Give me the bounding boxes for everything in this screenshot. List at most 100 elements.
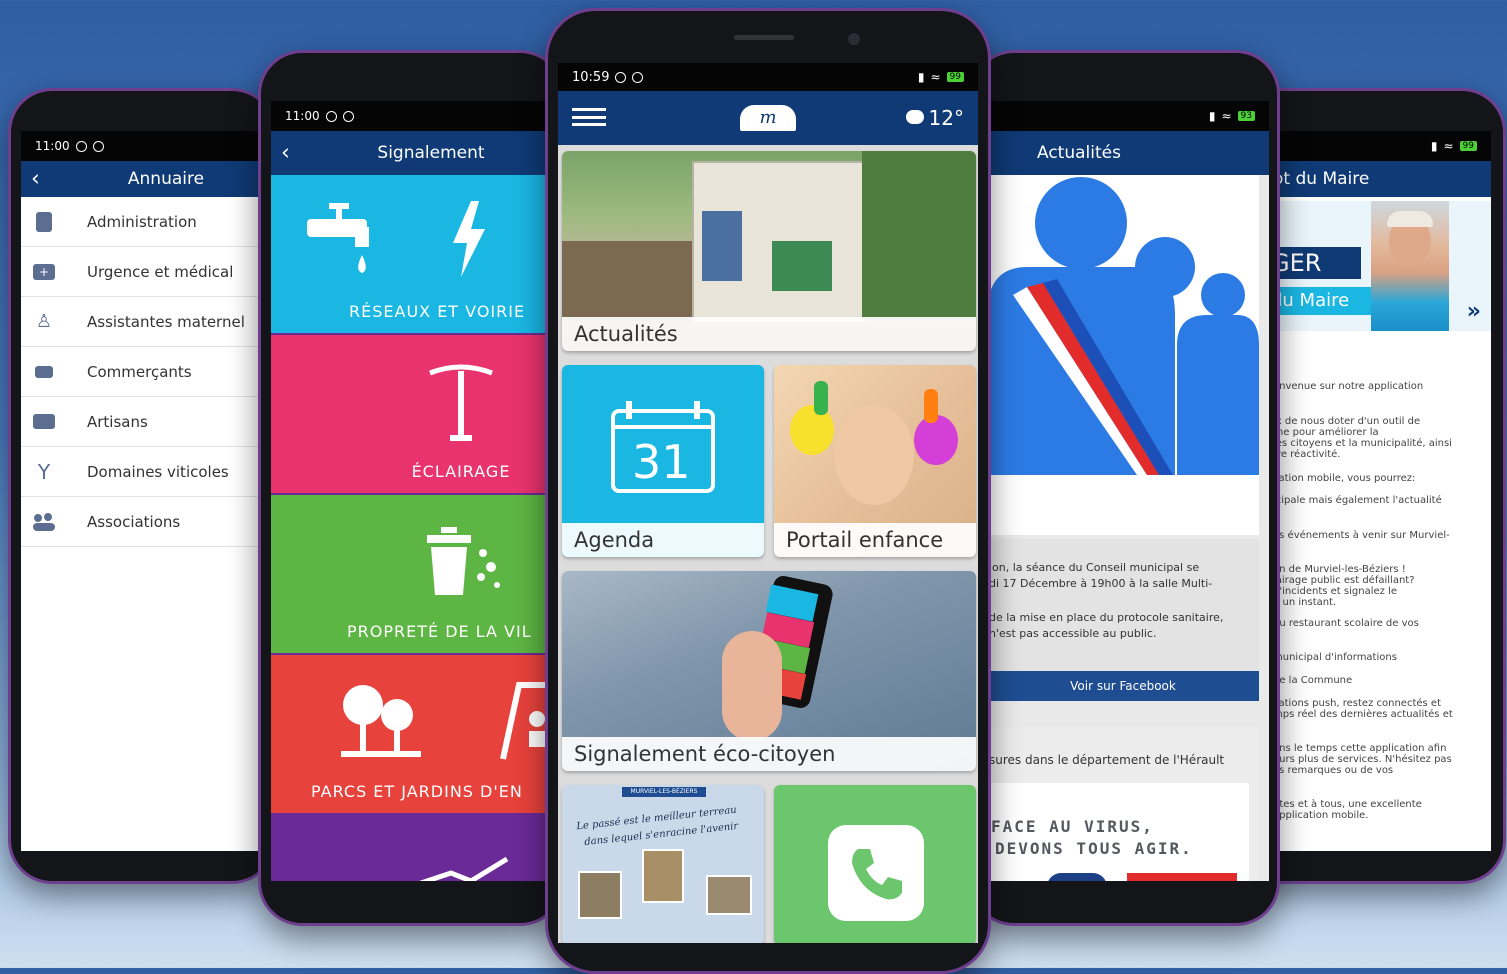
list-item-label: Urgence et médical: [87, 262, 234, 281]
tile-label: PARCS ET JARDINS D'EN: [311, 782, 523, 801]
list-item-assistantes[interactable]: ♙ Assistantes maternel: [21, 297, 271, 347]
maire-header: ot du Maire: [1271, 161, 1491, 197]
cart-icon: [31, 361, 57, 383]
trash-bin-icon: [427, 527, 500, 595]
medical-kit-icon: +: [31, 261, 57, 283]
poster-line: FACE AU VIRUS,: [991, 817, 1154, 836]
signal-icon: ▮: [1208, 109, 1216, 123]
page-title: Annuaire: [127, 169, 205, 189]
tile-label: ÉCLAIRAGE: [411, 462, 511, 481]
message-line: application mobile.: [1273, 810, 1369, 821]
news-post-2: sures dans le département de l'Hérault F…: [987, 727, 1259, 881]
page-title: Actualités: [1037, 143, 1121, 163]
card-label: Signalement éco-citoyen: [562, 737, 976, 771]
home-screen: 10:59 ▮ ≈ 99 m 12° Actualités 31 Agenda …: [558, 63, 978, 943]
message-line: du restaurant scolaire de vos: [1273, 618, 1419, 629]
heritage-banner: MURVIEL-LES-BÉZIERS: [622, 787, 706, 797]
message-line: envenue sur notre application: [1273, 381, 1424, 392]
back-arrow-icon[interactable]: ‹: [281, 141, 290, 166]
signal-icon: ▮: [1430, 139, 1438, 153]
message-line: d'incidents et signalez le: [1273, 586, 1397, 597]
phone-signalement: 11:00 ‹ Signalement RÉSEAUX ET VOIRIE ÉC…: [258, 50, 564, 926]
actualites-screen: ▮ ≈ 93 Actualités ion, la séance du Cons…: [987, 101, 1269, 881]
back-arrow-icon[interactable]: ‹: [31, 167, 40, 192]
status-bar: ▮ ≈ 93: [987, 101, 1269, 131]
tile-other[interactable]: [271, 815, 561, 881]
list-item-domaines[interactable]: Y Domaines viticoles: [21, 447, 271, 497]
water-tap-icon: [307, 203, 369, 273]
list-item-commercants[interactable]: Commerçants: [21, 347, 271, 397]
card-signalement[interactable]: Signalement éco-citoyen: [562, 571, 976, 771]
tile-label: PROPRETÉ DE LA VIL: [347, 622, 532, 641]
promo-canvas: { "annuaire": { "time": "11:00", "title"…: [0, 0, 1507, 974]
post-text-line: sures dans le département de l'Hérault: [989, 753, 1225, 767]
list-item-label: Commerçants: [87, 362, 192, 381]
facebook-button[interactable]: Voir sur Facebook: [987, 671, 1259, 701]
tile-parcs-jardins[interactable]: PARCS ET JARDINS D'EN: [271, 655, 561, 813]
message-line: os remarques ou de vos: [1273, 765, 1394, 776]
status-time: 11:00: [285, 109, 320, 123]
tile-reseaux-voirie[interactable]: RÉSEAUX ET VOIRIE: [271, 175, 561, 333]
phone-actualites: ▮ ≈ 93 Actualités ion, la séance du Cons…: [970, 50, 1280, 926]
list-item-associations[interactable]: Associations: [21, 497, 271, 547]
phone-home: 10:59 ▮ ≈ 99 m 12° Actualités 31 Agenda …: [545, 8, 991, 974]
mayor-role: du Maire: [1271, 290, 1350, 311]
trend-arrow-icon: [419, 857, 509, 881]
notification-icon: [325, 110, 337, 122]
notification-icon: [615, 71, 627, 83]
battery-icon: 99: [946, 72, 964, 82]
phone-icon: [828, 825, 924, 921]
weather-icon: [906, 110, 924, 124]
calendar-day: 31: [632, 435, 691, 489]
card-agenda[interactable]: 31 Agenda: [562, 365, 764, 557]
notification-icon: [632, 71, 644, 83]
tile-proprete[interactable]: PROPRETÉ DE LA VIL: [271, 495, 561, 653]
tile-eclairage[interactable]: ÉCLAIRAGE: [271, 335, 561, 493]
list-item-artisans[interactable]: Artisans: [21, 397, 271, 447]
briefcase-icon: [31, 411, 57, 433]
message-line: ours plus de services. N'hésitez pas: [1273, 754, 1452, 765]
card-patrimoine[interactable]: MURVIEL-LES-BÉZIERS Le passé est le meil…: [562, 785, 764, 943]
message-line: cation mobile, vous pourrez:: [1273, 473, 1416, 484]
lightning-icon: [453, 201, 485, 277]
citizens-illustration: [987, 177, 1259, 475]
notification-icon: [92, 140, 104, 152]
news-post-image: [987, 175, 1259, 535]
list-item-label: Administration: [87, 212, 197, 231]
message-line: municipal d'informations: [1273, 652, 1397, 663]
list-item-urgence[interactable]: + Urgence et médical: [21, 247, 271, 297]
card-actualites[interactable]: Actualités: [562, 151, 976, 351]
card-label: Agenda: [562, 523, 764, 557]
message-line: ix de nous doter d'un outil de: [1273, 416, 1421, 427]
list-item-label: Assistantes maternel: [87, 312, 245, 331]
card-contact[interactable]: [774, 785, 976, 943]
swing-icon: [500, 682, 553, 760]
signalement-header: ‹ Signalement: [271, 131, 561, 175]
actualites-header: Actualités: [987, 131, 1269, 175]
mayor-portrait: [1371, 201, 1449, 331]
next-chevron-icon[interactable]: »: [1467, 299, 1481, 324]
mayor-name-bar: GER: [1271, 247, 1361, 279]
battery-icon: 99: [1459, 141, 1477, 151]
list-item-label: Associations: [87, 512, 181, 531]
wifi-icon: ≈: [1443, 139, 1454, 153]
home-header: m 12°: [558, 91, 978, 145]
status-bar: 10:59 ▮ ≈ 99: [558, 63, 978, 91]
mayor-banner: GER du Maire »: [1271, 201, 1491, 331]
message-line: les citoyens et la municipalité, ainsi: [1273, 438, 1452, 449]
message-line: rne pour améliorer la: [1273, 427, 1379, 438]
list-item-administration[interactable]: Administration: [21, 197, 271, 247]
directory-list: Administration + Urgence et médical ♙ As…: [21, 197, 271, 547]
battery-icon: 93: [1237, 111, 1255, 121]
annuaire-header: ‹ Annuaire: [21, 161, 271, 197]
page-title: ot du Maire: [1273, 169, 1370, 189]
menu-icon[interactable]: [572, 108, 606, 126]
card-portail-enfance[interactable]: Portail enfance: [774, 365, 976, 557]
front-camera: [848, 33, 860, 45]
maire-screen: ▮ ≈ 99 ot du Maire GER du Maire » envenu…: [1271, 131, 1491, 851]
status-time: 10:59: [572, 69, 610, 85]
message-line: lairage public est défaillant?: [1273, 575, 1415, 586]
news-post-text: ion, la séance du Conseil municipal se d…: [987, 539, 1259, 701]
message-line: ans le temps cette application afin: [1273, 743, 1447, 754]
post-text-line: n'est pas accessible au public.: [989, 627, 1157, 640]
